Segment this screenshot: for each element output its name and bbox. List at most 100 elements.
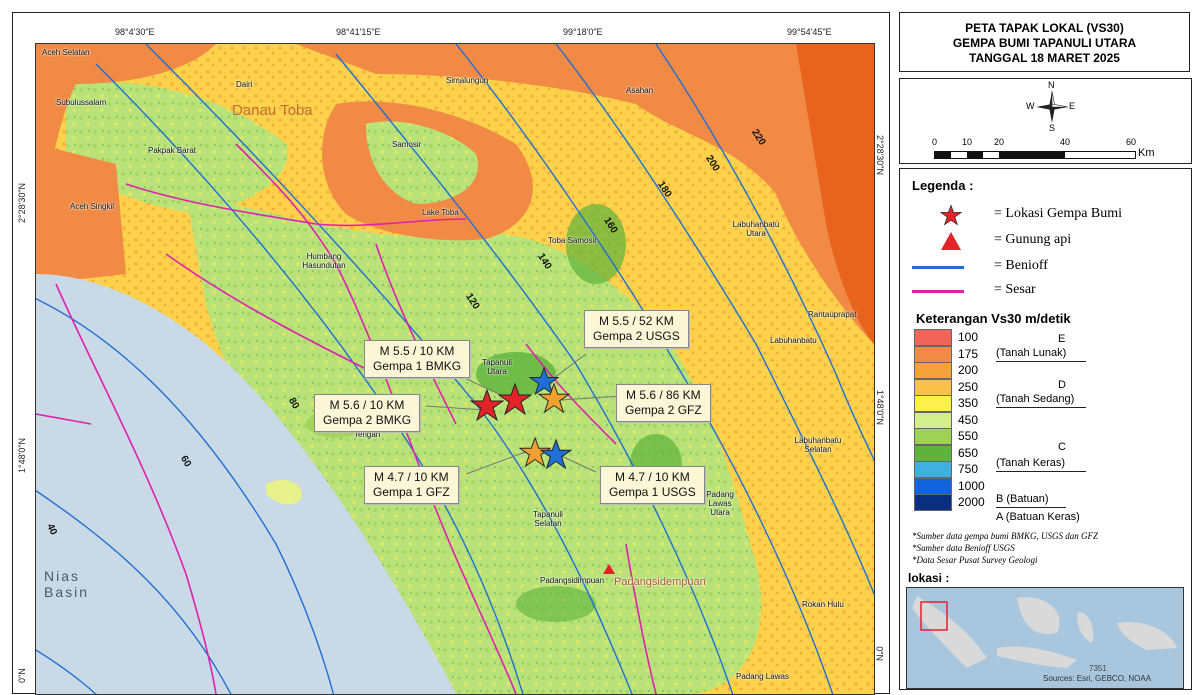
top-tick-1: 98°4'30"E	[115, 27, 155, 37]
compass-rose-icon: N S E W	[1026, 80, 1076, 133]
region-label: Aceh Selatan	[42, 48, 90, 57]
class-c: C	[1058, 441, 1066, 453]
vs30-swatch	[914, 461, 952, 478]
region-label: Labuhanbatu Selatan	[794, 436, 842, 454]
callout-gempa-1-usgs: M 4.7 / 10 KM Gempa 1 USGS	[600, 466, 705, 504]
epicenter-star-usgs-1[interactable]	[540, 438, 572, 470]
vs30-value: 350	[958, 396, 979, 410]
legend-label: = Gunung api	[994, 232, 1072, 247]
location-inset-map[interactable]: 7351 Sources: Esri, GEBCO, NOAA	[906, 587, 1184, 689]
top-tick-4: 99°54'45"E	[787, 27, 832, 37]
compass-w: W	[1026, 101, 1035, 111]
map-title-line-1: PETA TAPAK LOKAL (VS30)	[965, 21, 1124, 35]
region-label: Pakpak Barat	[148, 146, 197, 155]
vs30-swatch	[914, 362, 952, 379]
vs30-value: 550	[958, 429, 979, 443]
vs30-value: 250	[958, 379, 979, 394]
vs30-swatch	[914, 494, 952, 511]
scale-tick: 10	[962, 137, 973, 147]
vs30-swatch	[914, 395, 952, 412]
region-label: Tapanuli Utara	[482, 358, 512, 376]
map-title-line-2: GEMPA BUMI TAPANULI UTARA	[952, 36, 1137, 50]
right-tick-1: 2°28'30"N	[875, 134, 885, 175]
region-label: Tapanuli Selatan	[533, 510, 563, 528]
region-label: Labuhanbatu Utara	[732, 220, 780, 238]
scale-unit: Km	[1138, 147, 1155, 159]
region-label: Asahan	[626, 86, 654, 95]
region-label: Padang Lawas	[736, 672, 789, 681]
vs30-swatch	[914, 477, 952, 495]
map-title-line-3: TANGGAL 18 MARET 2025	[969, 51, 1120, 65]
legend-label: = Sesar	[994, 282, 1036, 297]
class-e-desc: (Tanah Lunak)	[996, 347, 1067, 359]
legend-label: = Benioff	[994, 258, 1048, 273]
callout-gempa-1-bmkg: M 5.5 / 10 KM Gempa 1 BMKG	[364, 340, 471, 378]
vs30-value: 650	[958, 445, 979, 460]
lake-label: Danau Toba	[232, 102, 313, 119]
source-note: *Sumber data gempa bumi BMKG, USGS dan G…	[912, 531, 1098, 541]
scale-tick: 0	[932, 137, 938, 147]
inset-land	[912, 596, 1177, 668]
forest-patch-4	[516, 586, 596, 622]
title-panel: PETA TAPAK LOKAL (VS30) GEMPA BUMI TAPAN…	[899, 12, 1190, 72]
vs30-value: 100	[958, 330, 979, 344]
class-d-desc: (Tanah Sedang)	[996, 393, 1075, 405]
callout-gempa-2-gfz: M 5.6 / 86 KM Gempa 2 GFZ	[616, 384, 711, 422]
epicenter-star-gfz-2[interactable]	[538, 382, 570, 414]
compass-n: N	[1048, 80, 1055, 90]
region-label: Aceh Singkil	[70, 202, 115, 211]
region-label: Rokan Hulu	[802, 600, 844, 609]
legend-row-epicenter: = Lokasi Gempa Bumi	[912, 203, 1182, 226]
callout-gempa-2-usgs: M 5.5 / 52 KM Gempa 2 USGS	[584, 310, 689, 348]
vs30-value: 2000	[958, 495, 985, 509]
legend-row-sesar: = Sesar	[912, 279, 1182, 301]
right-tick-2: 1°48'0"N	[875, 389, 885, 425]
legend-title: Legenda :	[912, 178, 974, 193]
vs30-map[interactable]: Aceh Selatan Dairi Simalungun Asahan Sub…	[35, 43, 875, 695]
scale-tick: 40	[1060, 137, 1071, 147]
legend-panel: Legenda : = Lokasi Gempa Bumi = Gunung a…	[899, 168, 1192, 690]
top-tick-2: 98°41'15"E	[336, 27, 381, 37]
region-label: Simalungun	[446, 76, 489, 85]
top-tick-3: 99°18'0"E	[563, 27, 603, 37]
region-label: Humbang Hasundutan	[302, 252, 346, 270]
vs30-legend-title: Keterangan Vs30 m/detik	[916, 311, 1071, 326]
vs30-value: 1000	[958, 478, 985, 493]
callout-gempa-2-bmkg: M 5.6 / 10 KM Gempa 2 BMKG	[314, 394, 421, 432]
vs30-value: 175	[958, 346, 979, 361]
legend-row-volcano: = Gunung api	[912, 229, 1182, 251]
vs30-swatch	[914, 411, 952, 429]
vs30-swatch	[914, 378, 952, 396]
class-c-desc: (Tanah Keras)	[996, 457, 1066, 469]
location-title: lokasi :	[908, 571, 950, 585]
compass-s: S	[1049, 123, 1056, 133]
legend-row-benioff: = Benioff	[912, 255, 1182, 277]
vs30-value: 200	[958, 363, 979, 377]
city-label: Padangsidempuan	[614, 576, 706, 588]
region-label: Padang Lawas Utara	[706, 490, 734, 517]
right-tick-3: 0"N	[875, 646, 885, 661]
class-e: E	[1058, 333, 1066, 345]
sea-label: Nias Basin	[44, 568, 90, 600]
vs30-value: 750	[958, 462, 979, 476]
west-lowland	[36, 144, 126, 284]
vs30-swatch	[914, 345, 952, 363]
volcano-icon	[941, 232, 961, 250]
class-a: A (Batuan Keras)	[996, 511, 1080, 523]
fault-line-icon	[912, 290, 964, 293]
vs30-swatch	[914, 428, 952, 445]
region-label: Lake Toba	[422, 208, 459, 217]
star-icon	[940, 204, 962, 226]
vs30-value: 450	[958, 412, 979, 427]
compass-e: E	[1069, 101, 1076, 111]
legend-label: = Lokasi Gempa Bumi	[994, 206, 1123, 221]
epicenter-star-bmkg-1[interactable]	[498, 382, 532, 416]
region-label: Samosir	[392, 140, 422, 149]
vs30-swatch	[914, 444, 952, 462]
map-frame: 98°4'30"E 98°41'15"E 99°18'0"E 99°54'45"…	[12, 12, 890, 695]
scale-panel: N S E W 0 10 20 40 60 Km	[899, 78, 1192, 164]
region-label: Toba Samosir	[548, 236, 597, 245]
region-label: Padangsidimpuan	[540, 576, 605, 585]
scale-tick: 20	[994, 137, 1005, 147]
region-label: Rantauprapat	[808, 310, 857, 319]
